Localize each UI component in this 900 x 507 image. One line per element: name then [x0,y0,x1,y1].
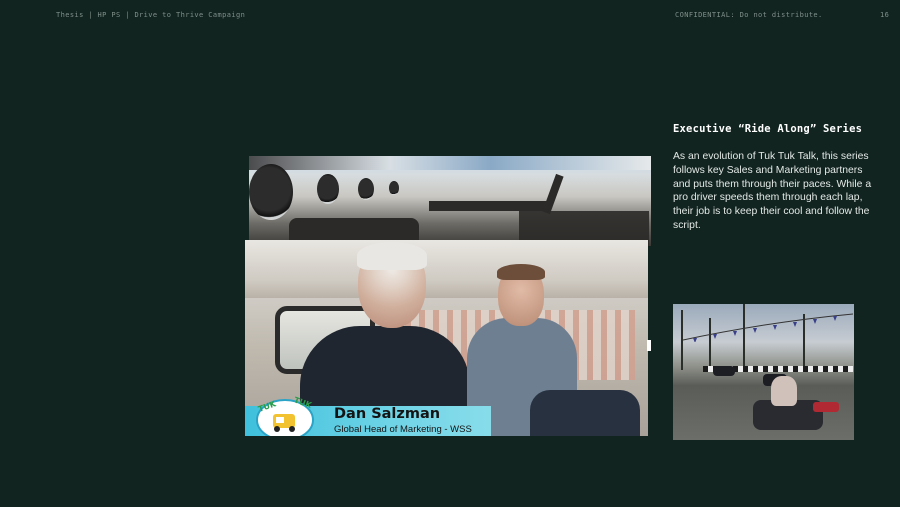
confidential-notice: CONFIDENTIAL: Do not distribute. [675,11,823,19]
section-title: Executive “Ride Along” Series [673,123,863,135]
frame-marker [647,340,651,351]
page-number: 16 [880,11,890,19]
header-breadcrumb: Thesis | HP PS | Drive to Thrive Campaig… [56,11,246,19]
section-body: As an evolution of Tuk Tuk Talk, this se… [673,151,872,231]
speaker-name: Dan Salzman [334,406,441,422]
tuk-tuk-roof-photo [249,156,651,246]
interview-video-frame: TUK TUK Dan Salzman Global Head of Marke… [245,240,648,436]
speaker-role: Global Head of Marketing - WSS [334,424,472,435]
go-kart-track-photo [673,304,854,440]
tuk-tuk-talk-logo: TUK TUK [256,395,314,436]
